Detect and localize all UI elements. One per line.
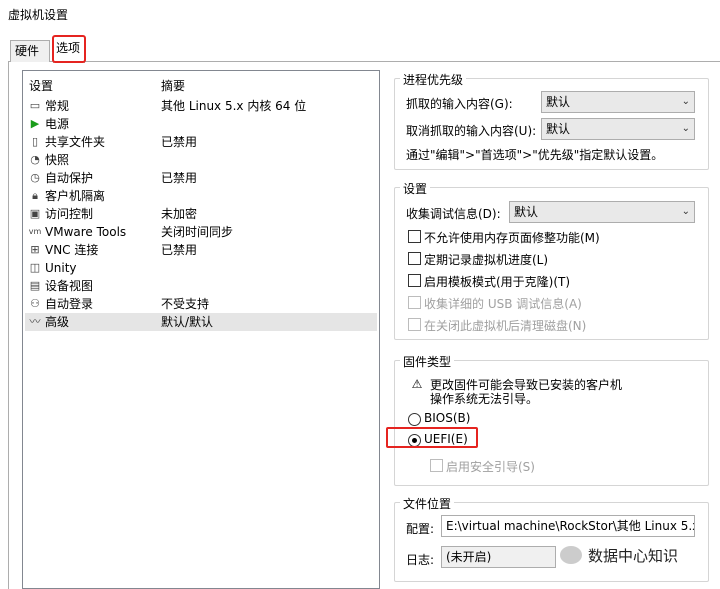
list-item-power[interactable]: ▶ 电源 [25, 115, 377, 133]
watermark-text: 数据中心知识 [588, 547, 679, 565]
usb-debug-checkbox [408, 296, 421, 309]
vmware-tools-icon: vm [28, 227, 42, 236]
tab-options-highlight [52, 35, 86, 63]
warning-icon: ⚠ [411, 377, 423, 391]
list-item-summary: 已禁用 [161, 243, 198, 257]
settings-title: 设置 [400, 180, 431, 197]
access-control-icon: ▣ [29, 207, 41, 220]
wechat-logo-icon [560, 546, 582, 564]
list-item-unity[interactable]: ◫ Unity [25, 259, 377, 277]
list-header-summary: 摘要 [161, 79, 186, 93]
secure-boot-label: 启用安全引导(S) [446, 460, 535, 474]
chevron-down-icon: ⌄ [681, 206, 690, 217]
chevron-down-icon: ⌄ [681, 96, 690, 107]
list-item-autoprotect[interactable]: ◷ 自动保护 已禁用 [25, 169, 377, 187]
window-title: 虚拟机设置 [8, 8, 69, 22]
monitor-icon: ▭ [29, 99, 41, 112]
clean-disk-label: 在关闭此虚拟机后清理磁盘(N) [424, 319, 587, 333]
ungrabbed-input-select[interactable]: 默认 ⌄ [541, 118, 695, 140]
list-item-summary: 默认/默认 [161, 315, 214, 329]
power-icon: ▶ [30, 117, 40, 130]
autologin-icon: ⚇ [30, 297, 40, 310]
priority-hint: 通过"编辑">"首选项">"优先级"指定默认设置。 [406, 148, 664, 162]
config-label: 配置: [406, 522, 435, 536]
list-item-general[interactable]: ▭ 常规 其他 Linux 5.x 内核 64 位 [25, 97, 377, 115]
list-item-name: 客户机隔离 [45, 189, 106, 203]
settings-list[interactable]: 设置 摘要 ▭ 常规 其他 Linux 5.x 内核 64 位 ▶ 电源 ▯ 共… [22, 70, 380, 589]
list-item-snapshots[interactable]: ◔ 快照 [25, 151, 377, 169]
appliance-view-icon: ▤ [29, 279, 41, 292]
list-item-name: 共享文件夹 [45, 135, 106, 149]
list-item-vnc[interactable]: ⊞ VNC 连接 已禁用 [25, 241, 377, 259]
secure-boot-checkbox [430, 459, 443, 472]
list-item-autologin[interactable]: ⚇ 自动登录 不受支持 [25, 295, 377, 313]
debug-info-label: 收集调试信息(D): [406, 207, 501, 221]
list-item-name: 常规 [45, 99, 70, 113]
list-header-setting: 设置 [29, 79, 54, 93]
firmware-warning-line2: 操作系统无法引导。 [430, 392, 539, 406]
list-item-name: 自动保护 [45, 171, 94, 185]
list-item-name: 自动登录 [45, 297, 94, 311]
config-path-field[interactable]: E:\virtual machine\RockStor\其他 Linux 5.x… [441, 515, 695, 537]
list-item-summary: 已禁用 [161, 171, 198, 185]
list-item-appliance-view[interactable]: ▤ 设备视图 [25, 277, 377, 295]
snapshot-icon: ◔ [30, 153, 40, 166]
ungrabbed-input-label: 取消抓取的输入内容(U): [406, 124, 537, 138]
autoprotect-icon: ◷ [30, 171, 40, 184]
lock-icon: 🔒︎ [32, 189, 38, 202]
list-item-vmware-tools[interactable]: vm VMware Tools 关闭时间同步 [25, 223, 377, 241]
shared-folder-icon: ▯ [31, 135, 39, 148]
ungrabbed-input-value: 默认 [546, 122, 571, 136]
grabbed-input-value: 默认 [546, 95, 571, 109]
tab-hardware[interactable]: 硬件 [10, 40, 50, 62]
list-item-access-control[interactable]: ▣ 访问控制 未加密 [25, 205, 377, 223]
bios-label: BIOS(B) [424, 411, 471, 425]
list-item-summary: 不受支持 [161, 297, 210, 311]
grabbed-input-label: 抓取的输入内容(G): [406, 97, 513, 111]
bios-radio[interactable] [408, 413, 421, 426]
clean-disk-checkbox [408, 318, 421, 331]
log-path-field[interactable]: (未开启) [441, 546, 556, 568]
list-item-summary: 关闭时间同步 [161, 225, 234, 239]
process-priority-title: 进程优先级 [400, 71, 467, 88]
list-item-summary: 其他 Linux 5.x 内核 64 位 [161, 99, 307, 113]
log-progress-label: 定期记录虚拟机进度(L) [424, 253, 549, 267]
list-item-summary: 未加密 [161, 207, 198, 221]
list-item-summary: 已禁用 [161, 135, 198, 149]
firmware-title: 固件类型 [400, 353, 455, 370]
no-memory-trim-label: 不允许使用内存页面修整功能(M) [424, 231, 600, 245]
list-item-name: 快照 [45, 153, 70, 167]
usb-debug-label: 收集详细的 USB 调试信息(A) [424, 297, 582, 311]
template-mode-checkbox[interactable] [408, 274, 421, 287]
list-item-name: 设备视图 [45, 279, 94, 293]
list-item-name: 访问控制 [45, 207, 94, 221]
list-item-guest-isolation[interactable]: 🔒︎ 客户机隔离 [25, 187, 377, 205]
list-item-name: VMware Tools [45, 225, 127, 239]
file-location-group [394, 502, 709, 582]
list-item-name: Unity [45, 261, 77, 275]
template-mode-label: 启用模板模式(用于克隆)(T) [424, 275, 571, 289]
list-item-name: 电源 [45, 117, 70, 131]
list-item-shared-folders[interactable]: ▯ 共享文件夹 已禁用 [25, 133, 377, 151]
log-label: 日志: [406, 553, 435, 567]
uefi-highlight [386, 427, 478, 448]
debug-info-value: 默认 [514, 205, 539, 219]
list-item-name: VNC 连接 [45, 243, 99, 257]
list-item-name: 高级 [45, 315, 70, 329]
advanced-icon: 〰 [29, 315, 41, 328]
debug-info-select[interactable]: 默认 ⌄ [509, 201, 695, 223]
log-progress-checkbox[interactable] [408, 252, 421, 265]
list-item-advanced[interactable]: 〰 高级 默认/默认 [25, 313, 377, 331]
no-memory-trim-checkbox[interactable] [408, 230, 421, 243]
grabbed-input-select[interactable]: 默认 ⌄ [541, 91, 695, 113]
file-location-title: 文件位置 [400, 495, 455, 512]
vnc-icon: ⊞ [30, 243, 40, 256]
chevron-down-icon: ⌄ [681, 123, 690, 134]
unity-icon: ◫ [29, 261, 41, 274]
